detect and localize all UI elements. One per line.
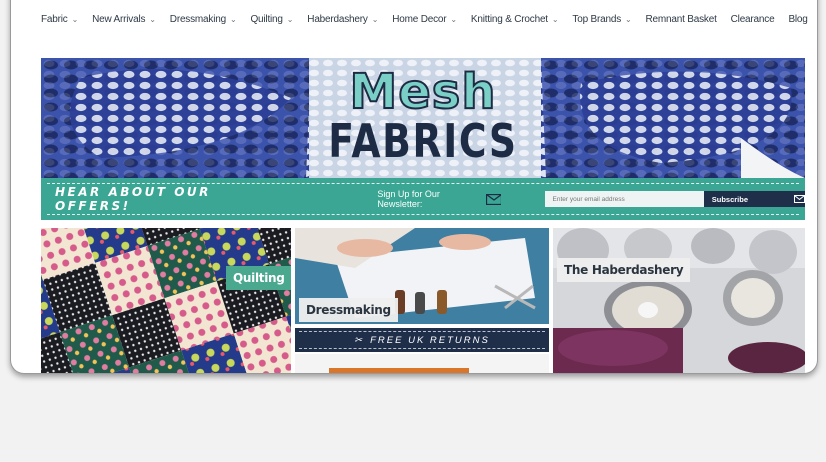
- nav-item-label: Quilting: [250, 13, 283, 25]
- chevron-down-icon: ⌄: [371, 14, 379, 24]
- nav-item-knitting-crochet[interactable]: Knitting & Crochet ⌄: [471, 14, 559, 25]
- category-tile-quilting[interactable]: Quilting: [41, 228, 291, 373]
- chevron-down-icon: ⌄: [71, 14, 79, 24]
- nav-item-quilting[interactable]: Quilting ⌄: [250, 14, 293, 25]
- nav-item-fabric[interactable]: Fabric ⌄: [41, 14, 78, 25]
- newsletter-headline: HEAR ABOUT OUR OFFERS!: [55, 185, 211, 213]
- nav-item-top-brands[interactable]: Top Brands ⌄: [572, 14, 631, 25]
- quilting-image: [41, 228, 291, 373]
- nav-item-label: Home Decor: [392, 13, 447, 25]
- nav-item-label: New Arrivals: [92, 13, 146, 25]
- free-returns-banner[interactable]: ✂ FREE UK RETURNS: [295, 328, 549, 352]
- nav-item-new-arrivals[interactable]: New Arrivals ⌄: [92, 14, 156, 25]
- device-frame: Fabric ⌄ New Arrivals ⌄ Dressmaking ⌄ Quilt…: [10, 0, 818, 374]
- subscribe-label: Subscribe: [711, 194, 748, 204]
- nav-item-label: Remnant Basket: [645, 13, 717, 25]
- tile-label-dressmaking: Dressmaking: [299, 298, 398, 322]
- signup-label: Sign Up for Our Newsletter:: [377, 189, 440, 209]
- nav-item-label: Top Brands: [572, 13, 621, 25]
- hero-banner[interactable]: Mesh FABRICS: [41, 58, 805, 178]
- chevron-down-icon: ⌄: [625, 14, 632, 24]
- nav-item-label: Haberdashery: [307, 13, 368, 25]
- category-tile-haberdashery[interactable]: The Haberdashery: [553, 228, 805, 373]
- envelope-icon: [794, 195, 805, 203]
- haberdashery-image: [553, 228, 805, 373]
- nav-item-label: Clearance: [730, 13, 775, 25]
- hero-title-line1: Mesh: [348, 63, 497, 121]
- hero-title-line2: FABRICS: [328, 114, 518, 168]
- nav-item-label: Knitting & Crochet: [470, 13, 548, 25]
- email-field[interactable]: [544, 191, 704, 207]
- chevron-down-icon: ⌄: [551, 14, 559, 24]
- nav-item-home-decor[interactable]: Home Decor ⌄: [392, 14, 457, 25]
- promo-strip: [295, 354, 549, 373]
- category-tile-dressmaking[interactable]: Dressmaking ✂ FREE UK RETURNS: [295, 228, 549, 373]
- tile-label-haberdashery: The Haberdashery: [557, 258, 691, 282]
- nav-item-dressmaking[interactable]: Dressmaking ⌄: [170, 14, 237, 25]
- scissors-icon: ✂: [354, 334, 365, 346]
- subscribe-button[interactable]: Subscribe: [703, 191, 805, 207]
- promo-image: [329, 368, 469, 373]
- tile-label-quilting: Quilting: [226, 266, 291, 290]
- main-nav: Fabric ⌄ New Arrivals ⌄ Dressmaking ⌄ Quilt…: [11, 0, 817, 38]
- chevron-down-icon: ⌄: [286, 14, 294, 24]
- nav-item-label: Blog: [788, 13, 808, 25]
- nav-item-haberdashery[interactable]: Haberdashery ⌄: [307, 14, 378, 25]
- nav-item-blog[interactable]: Blog: [788, 14, 807, 25]
- nav-item-label: Fabric: [41, 13, 68, 25]
- chevron-down-icon: ⌄: [450, 14, 457, 24]
- newsletter-bar: HEAR ABOUT OUR OFFERS! Sign Up for Our N…: [41, 178, 805, 220]
- chevron-down-icon: ⌄: [229, 14, 237, 24]
- envelope-icon: [485, 193, 501, 205]
- nav-item-clearance[interactable]: Clearance: [731, 14, 775, 25]
- newsletter-signup: Sign Up for Our Newsletter:: [377, 189, 501, 209]
- nav-item-remnant-basket[interactable]: Remnant Basket: [646, 14, 717, 25]
- nav-item-label: Dressmaking: [169, 13, 226, 25]
- returns-text: FREE UK RETURNS: [370, 334, 490, 346]
- chevron-down-icon: ⌄: [149, 14, 156, 24]
